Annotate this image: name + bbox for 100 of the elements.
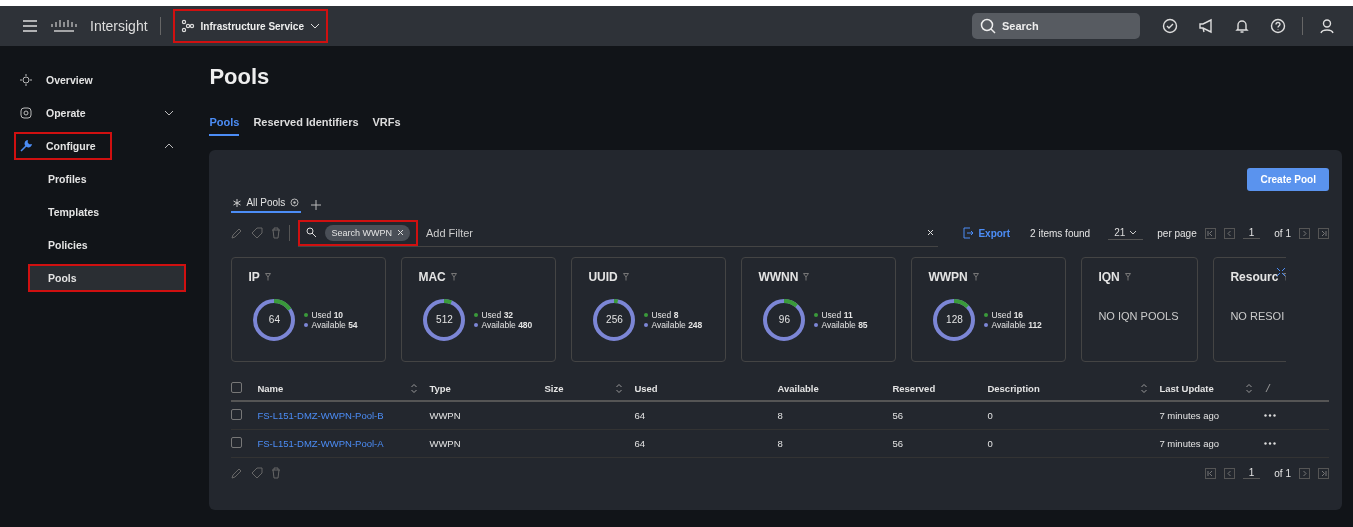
used-arc: [614, 299, 619, 304]
table-cell: 64: [634, 438, 645, 449]
pool-card[interactable]: MAC 512 Used 32 Available 480: [401, 257, 557, 362]
table-cell: 64: [634, 410, 645, 421]
view-tab[interactable]: All Pools: [231, 197, 302, 213]
available-count: Available 248: [651, 320, 703, 330]
nav-item[interactable]: Configure: [14, 132, 112, 160]
nav-item[interactable]: Overview: [14, 66, 109, 94]
column-header[interactable]: Available: [777, 382, 819, 394]
sort-icon[interactable]: [411, 383, 418, 393]
card-title: WWNN: [758, 270, 799, 284]
export-icon: [962, 227, 974, 239]
collapse-icon[interactable]: [1276, 267, 1287, 277]
empty-message: NO RESOI: [1230, 310, 1286, 322]
first-page-icon[interactable]: [1204, 467, 1216, 479]
pool-name-link[interactable]: FS-L151-DMZ-WWPN-Pool-A: [257, 438, 384, 449]
pool-card[interactable]: Resourc NO RESOI: [1213, 257, 1287, 362]
empty-message: NO IQN POOLS: [1098, 310, 1180, 322]
select-all-checkbox[interactable]: [231, 381, 243, 393]
more-icon[interactable]: [1264, 442, 1277, 445]
nav-item[interactable]: Policies: [28, 231, 187, 259]
filter-icon[interactable]: [1124, 273, 1131, 281]
gear-icon: [20, 107, 32, 119]
close-icon[interactable]: [396, 229, 404, 236]
add-icon[interactable]: [311, 200, 322, 210]
column-header[interactable]: Used: [634, 382, 658, 394]
card-title: IQN: [1098, 270, 1120, 284]
next-page-icon[interactable]: [1299, 227, 1310, 239]
available-count: Available 54: [311, 320, 358, 330]
export-link[interactable]: Export: [956, 226, 1017, 240]
used-count: Used 16: [991, 310, 1024, 320]
tab[interactable]: Pools: [209, 116, 240, 136]
nav-item[interactable]: Templates: [28, 198, 187, 226]
filter-icon[interactable]: [264, 273, 271, 281]
more-icon[interactable]: [1264, 414, 1277, 417]
pool-name-link[interactable]: FS-L151-DMZ-WWPN-Pool-B: [257, 410, 384, 421]
column-header[interactable]: Type: [429, 382, 451, 394]
column-header[interactable]: Last Update: [1159, 382, 1214, 394]
next-page-icon[interactable]: [1299, 467, 1310, 479]
menu-icon[interactable]: [22, 19, 38, 33]
chevron-down-icon[interactable]: [164, 110, 175, 116]
settings-icon[interactable]: [290, 198, 300, 207]
trash-icon[interactable]: [271, 227, 282, 239]
chevron-up-icon[interactable]: [164, 143, 175, 149]
filter-chip[interactable]: Search WWPN: [325, 224, 410, 241]
page-number-field[interactable]: 1: [1242, 467, 1261, 479]
previous-page-icon[interactable]: [1223, 467, 1235, 479]
user-icon[interactable]: [1319, 18, 1335, 34]
sort-icon[interactable]: [1246, 383, 1253, 393]
table-cell: 0: [987, 410, 993, 421]
bell-icon[interactable]: [1234, 18, 1250, 34]
search-field[interactable]: Search: [972, 13, 1140, 39]
nav-item[interactable]: Pools: [28, 264, 187, 292]
pool-card[interactable]: WWPN 128 Used 16 Available 112: [911, 257, 1067, 362]
check-circle-icon[interactable]: [1162, 18, 1178, 34]
pool-card[interactable]: IP 64 Used 10 Available 54: [231, 257, 387, 362]
page-number-field[interactable]: 1: [1242, 227, 1261, 239]
sort-icon[interactable]: [1141, 383, 1148, 393]
column-header[interactable]: Size: [544, 382, 564, 394]
megaphone-icon[interactable]: [1198, 18, 1214, 34]
edit-icon[interactable]: [231, 227, 244, 239]
pool-card[interactable]: IQN NO IQN POOLS: [1081, 257, 1199, 362]
used-count: Used 11: [821, 310, 853, 320]
filter-icon[interactable]: [972, 273, 979, 281]
edit-icon[interactable]: [231, 467, 244, 479]
previous-page-icon[interactable]: [1223, 227, 1235, 239]
filter-icon[interactable]: [450, 273, 457, 281]
nav-item[interactable]: Profiles: [28, 165, 187, 193]
page-count: of 1: [1274, 467, 1291, 479]
help-icon[interactable]: [1270, 18, 1286, 34]
tag-icon[interactable]: [251, 227, 264, 239]
pin-icon[interactable]: [1264, 383, 1273, 393]
filter-icon[interactable]: [622, 273, 629, 281]
filter-icon[interactable]: [803, 273, 810, 281]
used-count: Used 32: [481, 310, 514, 320]
column-header[interactable]: Reserved: [892, 382, 936, 394]
column-header[interactable]: Name: [257, 382, 284, 394]
used-arc: [784, 299, 799, 308]
last-page-icon[interactable]: [1318, 227, 1329, 239]
column-header[interactable]: Description: [987, 382, 1040, 394]
filter-field[interactable]: Add Filter: [423, 225, 922, 240]
search-icon: [306, 227, 318, 238]
close-icon[interactable]: [927, 229, 935, 236]
pool-card[interactable]: WWNN 96 Used 11 Available 85: [741, 257, 897, 362]
row-checkbox[interactable]: [231, 409, 243, 420]
tab[interactable]: VRFs: [372, 116, 401, 136]
items-count: 2 items found: [1030, 227, 1091, 239]
tab[interactable]: Reserved Identifiers: [253, 116, 359, 136]
service-switcher[interactable]: Infrastructure Service: [172, 9, 328, 43]
pool-card[interactable]: UUID 256 Used 8 Available 248: [571, 257, 727, 362]
pool-total: 96: [778, 315, 790, 325]
per-page-select[interactable]: 21: [1108, 226, 1144, 240]
trash-icon[interactable]: [271, 467, 282, 479]
last-page-icon[interactable]: [1318, 467, 1329, 479]
tag-icon[interactable]: [251, 467, 264, 479]
row-checkbox[interactable]: [231, 437, 243, 448]
sort-icon[interactable]: [616, 383, 623, 393]
first-page-icon[interactable]: [1204, 227, 1216, 239]
used-arc: [274, 299, 292, 311]
nav-item[interactable]: Operate: [14, 99, 102, 127]
